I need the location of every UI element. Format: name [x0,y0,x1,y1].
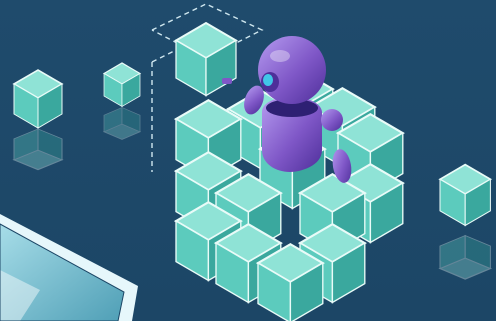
isometric-robot-illustration [0,0,496,321]
illustration-scene [0,0,496,321]
